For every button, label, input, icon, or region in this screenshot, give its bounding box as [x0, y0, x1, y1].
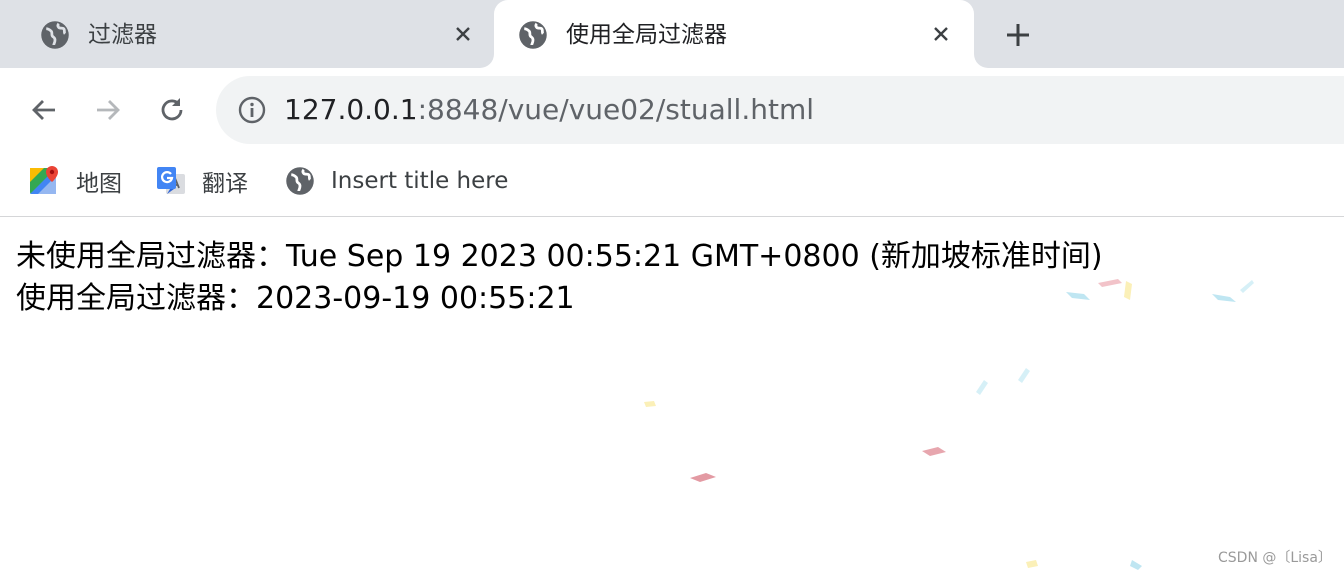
page-content: 未使用全局过滤器：Tue Sep 19 2023 00:55:21 GMT+08…: [16, 236, 1103, 320]
watermark: CSDN @〔Lisa〕: [1218, 550, 1332, 566]
confetti-piece: [1130, 560, 1142, 570]
confetti-piece: [690, 473, 716, 482]
close-icon[interactable]: [929, 22, 953, 46]
tab-global-filter[interactable]: 使用全局过滤器: [494, 0, 974, 68]
back-button[interactable]: [24, 90, 64, 130]
tab-title: 过滤器: [88, 22, 157, 48]
confetti-piece: [1212, 294, 1236, 302]
google-maps-icon: [30, 166, 60, 196]
globe-icon: [518, 20, 548, 50]
confetti-piece: [1026, 560, 1038, 568]
tab-title: 使用全局过滤器: [566, 22, 727, 48]
url-text[interactable]: 127.0.0.1:8848/vue/vue02/stuall.html: [284, 92, 814, 128]
plus-icon: [1007, 24, 1029, 46]
forward-button[interactable]: [88, 90, 128, 130]
tab-strip: 过滤器 使用全局过滤器: [0, 0, 1344, 68]
bookmark-label: 地图: [76, 171, 122, 197]
reload-button[interactable]: [152, 90, 192, 130]
bookmark-label: Insert title here: [331, 168, 509, 194]
bookmarks-bar: 地图 翻译 Insert title here: [0, 152, 1344, 217]
google-translate-icon: [156, 166, 186, 196]
confetti-piece: [1124, 281, 1132, 300]
confetti-piece: [644, 401, 656, 407]
unfiltered-date-line: 未使用全局过滤器：Tue Sep 19 2023 00:55:21 GMT+08…: [16, 239, 1103, 274]
reload-icon: [161, 98, 183, 121]
confetti-piece: [922, 447, 946, 456]
globe-icon: [40, 20, 70, 50]
url-path: :8848/vue/vue02/stuall.html: [417, 93, 815, 126]
tab-filter[interactable]: 过滤器: [0, 0, 492, 68]
bookmark-insert-title[interactable]: Insert title here: [285, 164, 508, 198]
bookmark-label: 翻译: [202, 171, 248, 197]
confetti-piece: [1240, 280, 1254, 293]
globe-icon: [285, 166, 315, 196]
address-bar[interactable]: 127.0.0.1:8848/vue/vue02/stuall.html: [216, 76, 1344, 144]
url-host: 127.0.0.1: [284, 93, 418, 126]
close-icon[interactable]: [451, 22, 475, 46]
browser-toolbar: 127.0.0.1:8848/vue/vue02/stuall.html: [0, 68, 1344, 152]
confetti-piece: [976, 380, 988, 395]
info-icon[interactable]: [238, 96, 266, 124]
new-tab-button[interactable]: [1001, 18, 1035, 52]
filtered-date-line: 使用全局过滤器：2023-09-19 00:55:21: [16, 281, 575, 316]
confetti-piece: [1018, 368, 1030, 383]
bookmark-maps[interactable]: 地图: [30, 164, 122, 198]
bookmark-translate[interactable]: 翻译: [156, 164, 248, 198]
arrow-right-icon: [97, 100, 120, 120]
arrow-left-icon: [32, 100, 55, 120]
